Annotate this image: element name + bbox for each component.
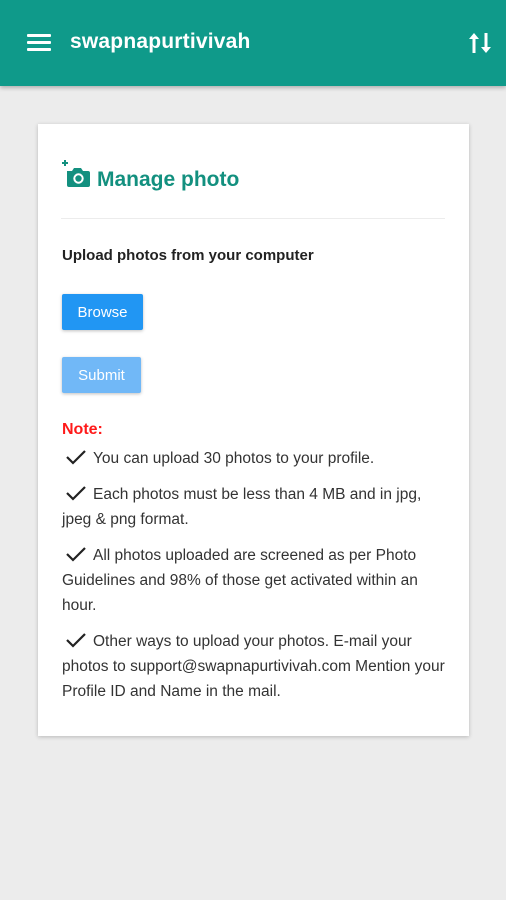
note-text: You can upload 30 photos to your profile… [93, 450, 375, 467]
app-bar: swapnapurtivivah [0, 0, 506, 86]
sort-arrows-icon[interactable] [466, 30, 494, 56]
checkmark-icon [66, 486, 86, 501]
add-photo-camera-icon [62, 160, 90, 187]
card-title: Manage photo [97, 168, 240, 191]
hamburger-menu-icon[interactable] [27, 34, 51, 52]
note-item: All photos uploaded are screened as per … [62, 543, 454, 618]
card-header: Manage photo [61, 160, 240, 191]
note-label: Note: [62, 421, 103, 438]
checkmark-icon [66, 450, 86, 465]
note-item: Other ways to upload your photos. E-mail… [62, 629, 454, 704]
manage-photo-card: Manage photo Upload photos from your com… [38, 124, 469, 736]
note-item: Each photos must be less than 4 MB and i… [62, 482, 454, 532]
notes-list: You can upload 30 photos to your profile… [62, 446, 454, 715]
note-text: Each photos must be less than 4 MB and i… [62, 486, 422, 528]
app-title: swapnapurtivivah [70, 30, 251, 53]
note-text: All photos uploaded are screened as per … [62, 547, 418, 614]
checkmark-icon [66, 633, 86, 648]
note-item: You can upload 30 photos to your profile… [62, 446, 454, 471]
checkmark-icon [66, 547, 86, 562]
note-text: Other ways to upload your photos. E-mail… [62, 633, 445, 700]
submit-button[interactable]: Submit [62, 357, 141, 393]
upload-label: Upload photos from your computer [62, 247, 314, 264]
browse-button[interactable]: Browse [62, 294, 143, 330]
header-divider [61, 218, 445, 219]
